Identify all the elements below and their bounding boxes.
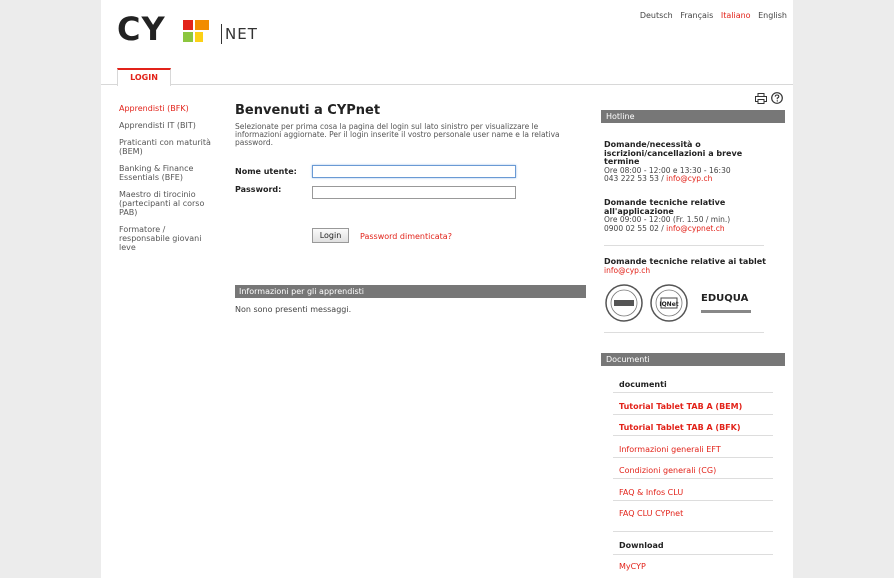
page-tools bbox=[745, 92, 785, 106]
sidebar-item-pab[interactable]: Maestro di tirocinio (partecipanti al co… bbox=[119, 190, 215, 217]
doc-link-faq-cypnet[interactable]: FAQ CLU CYPnet bbox=[619, 509, 683, 518]
intro-text: Selezionate per prima cosa la pagina del… bbox=[235, 122, 560, 147]
documents-header: Documenti bbox=[601, 353, 785, 366]
lang-deutsch[interactable]: Deutsch bbox=[640, 11, 673, 20]
sidebar-item-bfk[interactable]: Apprendisti (BFK) bbox=[119, 104, 215, 113]
logo-mark-icon bbox=[183, 20, 209, 42]
username-input[interactable] bbox=[312, 165, 516, 178]
eduqua-logo-icon: EDUQUA bbox=[701, 293, 751, 313]
tab-bar: LOGIN bbox=[101, 68, 793, 86]
hotline-block1-phone: 043 222 53 53 / bbox=[604, 174, 664, 183]
documents-subheader: documenti bbox=[619, 380, 667, 389]
divider bbox=[613, 500, 773, 501]
login-button[interactable]: Login bbox=[312, 228, 349, 243]
divider bbox=[613, 531, 773, 532]
hotline-block2-email-link[interactable]: info@cypnet.ch bbox=[666, 224, 724, 233]
hotline-block-general: Domande/necessità o iscrizioni/cancellaz… bbox=[604, 140, 779, 184]
download-subheader: Download bbox=[619, 541, 664, 550]
eduqua-logo-text: EDUQUA bbox=[701, 293, 749, 304]
divider bbox=[613, 414, 773, 415]
tab-login[interactable]: LOGIN bbox=[117, 68, 171, 86]
logo-net: NET bbox=[221, 24, 258, 44]
hotline-block2-phone: 0900 02 55 02 / bbox=[604, 223, 664, 233]
divider bbox=[604, 245, 764, 246]
hotline-block2-title: Domande tecniche relative all'applicazio… bbox=[604, 198, 726, 216]
hotline-block-technical: Domande tecniche relative all'applicazio… bbox=[604, 198, 779, 233]
password-input[interactable] bbox=[312, 186, 516, 199]
password-label: Password: bbox=[235, 185, 282, 194]
page: CY NET Deutsch Français Italiano English… bbox=[101, 0, 793, 578]
divider bbox=[613, 392, 773, 393]
hotline-header: Hotline bbox=[601, 110, 785, 123]
sqs-cert-logo-icon bbox=[605, 284, 643, 322]
sidebar-item-formatore[interactable]: Formatore / responsabile giovani leve bbox=[119, 225, 215, 252]
hotline-block1-email-link[interactable]: info@cyp.ch bbox=[666, 174, 712, 183]
doc-link-tutorial-bfk[interactable]: Tutorial Tablet TAB A (BFK) bbox=[619, 423, 741, 432]
doc-link-tutorial-bem[interactable]: Tutorial Tablet TAB A (BEM) bbox=[619, 402, 742, 411]
print-icon[interactable] bbox=[755, 93, 767, 104]
sidebar-item-bfe[interactable]: Banking & Finance Essentials (BFE) bbox=[119, 164, 215, 182]
lang-francais[interactable]: Français bbox=[680, 11, 713, 20]
username-label: Nome utente: bbox=[235, 167, 297, 176]
logo-text: CY bbox=[117, 10, 166, 48]
help-icon[interactable] bbox=[771, 92, 783, 104]
lang-english[interactable]: English bbox=[758, 11, 787, 20]
doc-link-faq-infos[interactable]: FAQ & Infos CLU bbox=[619, 488, 683, 497]
sidebar: Apprendisti (BFK) Apprendisti IT (BIT) P… bbox=[119, 104, 215, 260]
hotline-block3-email-link[interactable]: info@cyp.ch bbox=[604, 266, 650, 275]
divider bbox=[613, 435, 773, 436]
iqnet-cert-text: IQNet bbox=[659, 301, 678, 308]
iqnet-cert-logo-icon: IQNet bbox=[650, 284, 688, 322]
doc-link-cg[interactable]: Condizioni generali (CG) bbox=[619, 466, 716, 475]
page-title: Benvenuti a CYPnet bbox=[235, 103, 381, 118]
hotline-block-tablet: Domande tecniche relative ai tablet info… bbox=[604, 257, 779, 275]
divider bbox=[604, 332, 764, 333]
main-content: Benvenuti a CYPnet Selezionate per prima… bbox=[235, 103, 587, 314]
divider bbox=[613, 478, 773, 479]
doc-link-mycyp[interactable]: MyCYP bbox=[619, 562, 646, 571]
forgot-password-link[interactable]: Password dimenticata? bbox=[360, 232, 452, 241]
doc-link-eft[interactable]: Informazioni generali EFT bbox=[619, 445, 721, 454]
divider bbox=[613, 554, 773, 555]
divider bbox=[613, 457, 773, 458]
hotline-block1-title: Domande/necessità o iscrizioni/cancellaz… bbox=[604, 140, 743, 166]
no-messages-text: Non sono presenti messaggi. bbox=[235, 305, 352, 314]
info-section-header: Informazioni per gli apprendisti bbox=[235, 285, 586, 298]
sidebar-item-bit[interactable]: Apprendisti IT (BIT) bbox=[119, 121, 215, 130]
lang-italiano[interactable]: Italiano bbox=[721, 11, 751, 20]
sidebar-item-bem[interactable]: Praticanti con maturità (BEM) bbox=[119, 138, 215, 156]
language-switcher: Deutsch Français Italiano English bbox=[635, 11, 787, 20]
